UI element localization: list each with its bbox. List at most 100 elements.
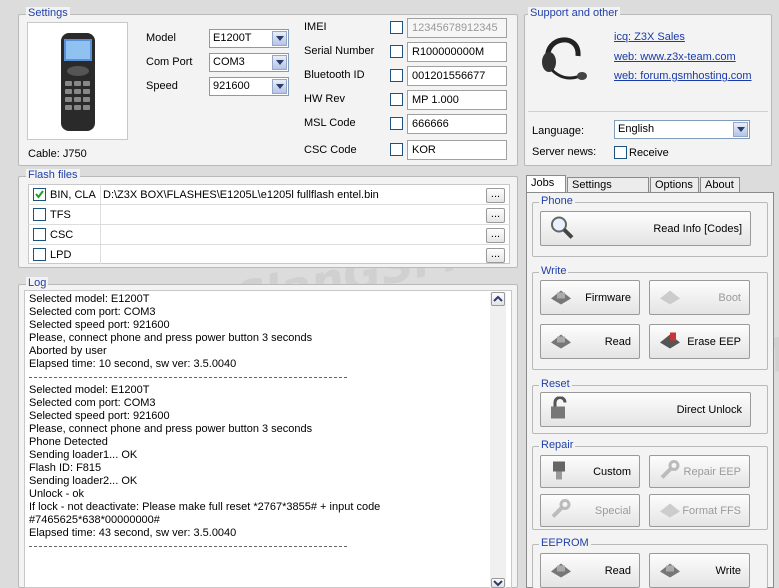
comport-value: COM3 [213,56,245,68]
eeprom-read-button[interactable]: Read [540,553,640,588]
log-line: Selected com port: COM3 [29,306,156,318]
special-button[interactable]: Special [540,494,640,527]
read-button[interactable]: Read [540,324,640,359]
icq-link[interactable]: icq: Z3X Sales [614,31,685,43]
csc-checkbox[interactable] [390,143,403,156]
log-line: Selected model: E1200T [29,293,150,305]
log-separator [29,546,347,547]
imei-label: IMEI [304,21,327,33]
chevron-up-icon [493,295,503,302]
chevron-down-icon [733,122,748,137]
firmware-label: Firmware [585,291,631,304]
serial-field[interactable]: R100000000M [407,42,507,62]
lpd-browse-button[interactable]: ... [486,248,505,263]
lpd-label: LPD [50,249,72,261]
read-label: Read [604,335,631,348]
chevron-down-icon [493,580,503,587]
model-select[interactable]: E1200T [209,29,289,48]
tfs-label: TFS [50,209,71,221]
log-line: Aborted by user [29,345,107,357]
csc-browse-button[interactable]: ... [486,228,505,243]
tfs-checkbox[interactable] [33,208,46,221]
bin-path[interactable]: D:\Z3X BOX\FLASHES\E1205L\e1205l fullfla… [103,189,379,201]
phone-image [27,22,128,140]
firmware-button[interactable]: Firmware [540,280,640,315]
hw-checkbox[interactable] [390,93,403,106]
eeprom-title: EEPROM [539,537,591,549]
erase-eep-label: Erase EEP [687,335,741,348]
bt-checkbox[interactable] [390,69,403,82]
chip-icon [658,559,682,582]
csc-field[interactable]: KOR [407,140,507,160]
repair-eep-label: Repair EEP [683,465,741,478]
repair-eep-button[interactable]: Repair EEP [649,455,750,488]
special-label: Special [594,504,631,517]
imei-field[interactable]: 12345678912345 [407,18,507,38]
log-block-1: Selected model: E1200T Selected com port:… [29,293,489,371]
read-info-label: Read Info [Codes] [653,222,742,235]
boot-button[interactable]: Boot [649,280,750,315]
chip-icon [658,286,682,309]
chevron-down-icon [272,55,287,70]
log-line: #7465625*638*00000000# [29,514,160,526]
log-line: Selected speed port: 921600 [29,410,170,422]
language-label: Language: [532,125,584,137]
erase-eep-button[interactable]: Erase EEP [649,324,750,359]
log-line: Elapsed time: 43 second, sw ver: 3.5.004… [29,527,237,539]
bt-field[interactable]: 001201556677 [407,66,507,86]
reset-title: Reset [539,378,572,390]
msl-checkbox[interactable] [390,117,403,130]
speed-select[interactable]: 921600 [209,77,289,96]
comport-select[interactable]: COM3 [209,53,289,72]
tab-about[interactable]: About [700,177,740,193]
log-block-2: Selected model: E1200T Selected com port:… [29,384,489,540]
log-line: Please, connect phone and press power bu… [29,332,313,344]
tab-jobs[interactable]: Jobs [526,175,566,193]
bin-checkbox[interactable] [33,188,46,201]
imei-checkbox[interactable] [390,21,403,34]
tab-settings-model[interactable]: Settings model [567,177,649,203]
chip-icon [549,286,573,309]
chevron-down-icon [272,31,287,46]
check-icon [35,190,44,199]
model-label: Model [146,32,176,44]
web-link-z3x[interactable]: web: www.z3x-team.com [614,51,736,63]
msl-label: MSL Code [304,117,356,129]
divider [528,111,768,112]
log-scrollbar[interactable] [490,292,506,588]
log-line: Unlock - ok [29,488,85,500]
scroll-up-button[interactable] [491,292,505,306]
serial-checkbox[interactable] [390,45,403,58]
log-line: If lock - not deactivate: Please make fu… [29,501,381,513]
flash-row-tfs: TFS ... [28,205,510,225]
eeprom-write-button[interactable]: Write [649,553,750,588]
unlock-icon [549,395,569,423]
log-line: Sending loader2... OK [29,475,138,487]
tab-options[interactable]: Options [650,177,699,193]
phone-title: Phone [539,195,575,207]
tfs-browse-button[interactable]: ... [486,208,505,223]
speed-label: Speed [146,80,178,92]
scroll-down-button[interactable] [491,578,505,588]
hw-field[interactable]: MP 1.000 [407,90,507,110]
csc-flash-checkbox[interactable] [33,228,46,241]
language-select[interactable]: English [614,120,750,139]
msl-field[interactable]: 666666 [407,114,507,134]
log-line: Phone Detected [29,436,108,448]
settings-title: Settings [26,7,70,19]
direct-unlock-button[interactable]: Direct Unlock [540,392,751,427]
bin-browse-button[interactable]: ... [486,188,505,203]
format-ffs-button[interactable]: Format FFS [649,494,750,527]
receive-checkbox[interactable] [614,146,627,159]
log-line: Selected speed port: 921600 [29,319,170,331]
receive-label: Receive [629,147,669,159]
model-value: E1200T [213,32,252,44]
log-content: Selected model: E1200T Selected com port:… [29,293,489,553]
lpd-checkbox[interactable] [33,248,46,261]
bin-label: BIN, CLA [50,189,96,201]
custom-button[interactable]: Custom [540,455,640,488]
read-info-button[interactable]: Read Info [Codes] [540,211,751,246]
log-separator [29,377,347,378]
web-link-gsmhosting[interactable]: web: forum.gsmhosting.com [614,70,752,82]
server-news-label: Server news: [532,146,597,158]
